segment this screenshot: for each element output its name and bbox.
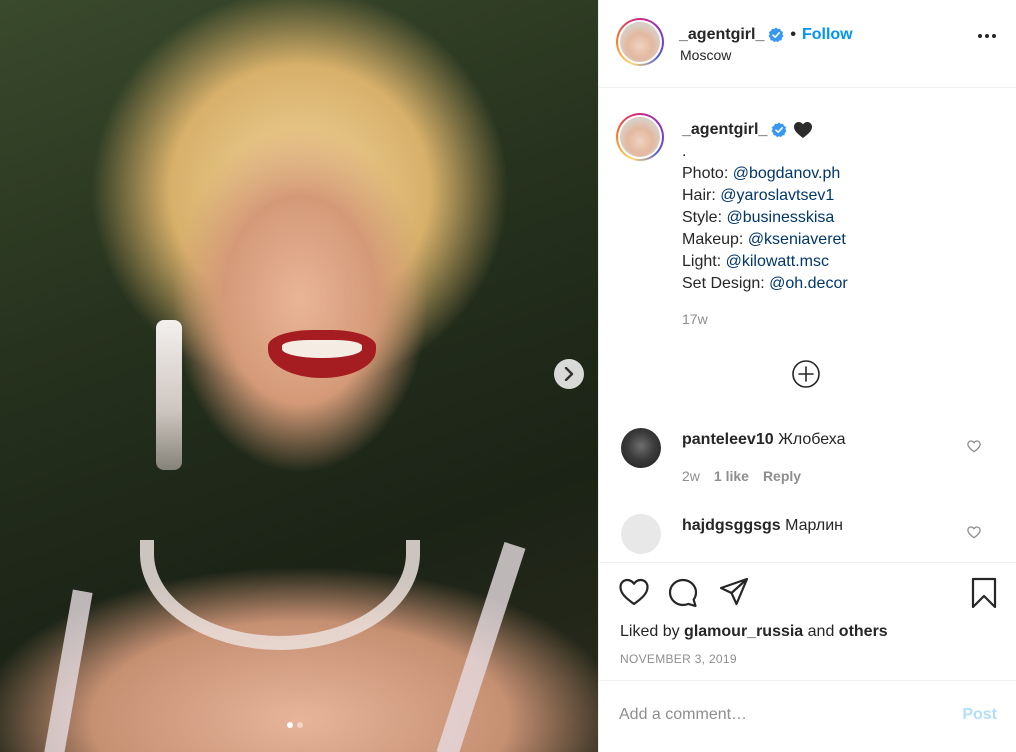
photo-detail-strap (436, 541, 526, 752)
comment-text: hajdgsggsgs Марлин (682, 517, 843, 535)
black-heart-emoji-icon (794, 122, 813, 138)
share-paper-plane-icon[interactable] (719, 577, 749, 607)
chevron-right-icon (564, 367, 574, 381)
caption-author-row: _agentgirl_ (682, 119, 1002, 141)
mention-link[interactable]: @kseniaveret (748, 231, 846, 248)
liked-by-user-link[interactable]: glamour_russia (684, 623, 803, 640)
photo-detail-teeth (282, 340, 362, 358)
commenter-username[interactable]: panteleev10 (682, 431, 774, 448)
header-separator: • (790, 26, 796, 43)
mention-link[interactable]: @yaroslavtsev1 (720, 187, 834, 204)
comment-bubble-icon[interactable] (667, 577, 699, 609)
caption-and-comments[interactable]: _agentgirl_ . Photo: @bogdanov.ph Hair: … (599, 89, 1016, 561)
author-username[interactable]: _agentgirl_ (679, 26, 764, 44)
caption-line-label: Light: (682, 253, 726, 270)
mention-link[interactable]: @kilowatt.msc (726, 253, 829, 270)
caption-line: Set Design: @oh.decor (682, 273, 1002, 295)
carousel-next-button[interactable] (554, 359, 584, 389)
comment-like-heart-icon[interactable] (967, 526, 981, 539)
caption-line: Light: @kilowatt.msc (682, 251, 1002, 273)
photo-detail-necklace (140, 540, 420, 650)
post-date[interactable]: November 3, 2019 (620, 652, 737, 666)
caption-line: Style: @businesskisa (682, 207, 1002, 229)
carousel-indicator (287, 722, 303, 728)
post-header: _agentgirl_ • Follow Moscow (599, 0, 1016, 88)
load-more-comments-icon[interactable] (791, 359, 821, 389)
post-location[interactable]: Moscow (680, 47, 731, 63)
follow-button[interactable]: Follow (802, 26, 853, 44)
caption-line: Hair: @yaroslavtsev1 (682, 185, 1002, 207)
liked-by-summary: Liked by glamour_russia and others (620, 623, 888, 641)
post-side-panel: _agentgirl_ • Follow Moscow _agentgirl_ (598, 0, 1016, 752)
carousel-dot (297, 722, 303, 728)
verified-badge-icon (768, 27, 784, 43)
comment-text: panteleev10 Жлобеха (682, 431, 846, 449)
caption: _agentgirl_ . Photo: @bogdanov.ph Hair: … (682, 119, 1002, 295)
add-comment-input[interactable] (619, 703, 949, 727)
comment-likes-count[interactable]: 1 like (714, 468, 749, 484)
mention-link[interactable]: @bogdanov.ph (733, 165, 841, 182)
add-comment-section: Post (599, 680, 1016, 752)
caption-line: Makeup: @kseniaveret (682, 229, 1002, 251)
commenter-username[interactable]: hajdgsggsgs (682, 517, 781, 534)
post-photo[interactable] (0, 0, 598, 752)
liked-by-prefix: Liked by (620, 623, 685, 640)
comment-age[interactable]: 2w (682, 468, 700, 484)
photo-detail-strap (43, 589, 93, 752)
author-avatar[interactable] (616, 18, 664, 66)
comment-meta: 2w 1 like Reply (682, 468, 801, 484)
caption-line-label: Style: (682, 209, 727, 226)
caption-line: . (682, 141, 1002, 163)
caption-line-label: Hair: (682, 187, 721, 204)
commenter-avatar[interactable] (621, 514, 661, 554)
caption-author-avatar[interactable] (616, 113, 664, 161)
liked-by-middle: and (803, 623, 839, 640)
comment-like-heart-icon[interactable] (967, 440, 981, 453)
caption-line-label: Makeup: (682, 231, 748, 248)
caption-line: Photo: @bogdanov.ph (682, 163, 1002, 185)
post-comment-button[interactable]: Post (962, 706, 997, 724)
photo-detail-earring (156, 320, 182, 470)
mention-link[interactable]: @businesskisa (726, 209, 834, 226)
verified-badge-icon (771, 122, 787, 138)
caption-timestamp[interactable]: 17w (682, 311, 708, 327)
caption-line-label: . (682, 143, 687, 160)
like-heart-icon[interactable] (618, 577, 650, 607)
caption-line-label: Set Design: (682, 275, 770, 292)
carousel-dot-active (287, 722, 293, 728)
save-bookmark-icon[interactable] (970, 577, 998, 609)
caption-line-label: Photo: (682, 165, 733, 182)
liked-by-others-link[interactable]: others (839, 623, 888, 640)
author-name-row: _agentgirl_ • Follow (679, 26, 853, 44)
caption-username[interactable]: _agentgirl_ (682, 119, 767, 141)
commenter-avatar[interactable] (621, 428, 661, 468)
comment-reply-button[interactable]: Reply (763, 468, 801, 484)
post-actions: Liked by glamour_russia and others Novem… (599, 562, 1016, 680)
comment-body: Марлин (785, 517, 844, 534)
more-options-icon[interactable] (978, 34, 996, 38)
mention-link[interactable]: @oh.decor (769, 275, 848, 292)
comment-body: Жлобеха (778, 431, 846, 448)
